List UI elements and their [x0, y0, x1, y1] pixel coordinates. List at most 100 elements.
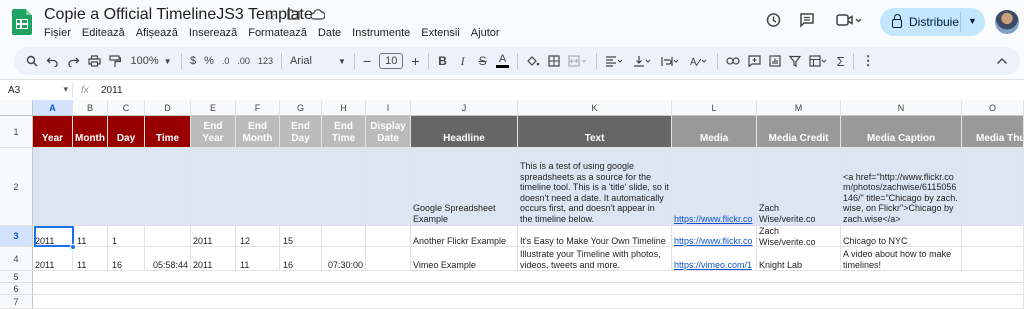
increase-decimals-button[interactable]: .00: [233, 50, 254, 72]
table-cell-end-year[interactable]: 2011: [191, 226, 236, 247]
merge-cells-icon[interactable]: [564, 50, 592, 72]
table-cell-display-date[interactable]: [366, 247, 411, 271]
header-cell-media-thumbnail[interactable]: Media Thumbna: [962, 116, 1024, 148]
menu-extensions[interactable]: Extensii: [421, 27, 460, 39]
vertical-align-icon[interactable]: [629, 50, 657, 72]
column-header-i[interactable]: I: [366, 100, 411, 116]
header-cell-day[interactable]: Day: [108, 116, 145, 148]
column-header-b[interactable]: B: [73, 100, 108, 116]
increase-font-size-button[interactable]: +: [407, 50, 423, 72]
empty-row[interactable]: [33, 271, 1024, 283]
table-cell-text[interactable]: It's Easy to Make Your Own Timeline: [518, 226, 672, 247]
table-cell-end-day[interactable]: 16: [280, 247, 322, 271]
header-cell-end-time[interactable]: End Time: [322, 116, 366, 148]
decrease-decimals-button[interactable]: .0: [218, 50, 234, 72]
header-cell-month[interactable]: Month: [73, 116, 108, 148]
text-color-button[interactable]: A: [493, 50, 513, 72]
header-cell-media-caption[interactable]: Media Caption: [841, 116, 962, 148]
number-format-button[interactable]: 123: [254, 50, 277, 72]
star-icon[interactable]: ☆: [265, 8, 277, 24]
column-header-g[interactable]: G: [280, 100, 322, 116]
table-cell-end-time[interactable]: 07:30:00: [322, 247, 366, 271]
row-header-5[interactable]: 5: [0, 271, 33, 283]
table-cell-headline[interactable]: Google Spreadsheet Example: [411, 148, 518, 226]
menu-data[interactable]: Date: [318, 27, 341, 39]
title-row-end-date-cells[interactable]: [191, 148, 366, 226]
header-cell-year[interactable]: Year: [33, 116, 73, 148]
redo-icon[interactable]: [63, 50, 84, 72]
menu-help[interactable]: Ajutor: [471, 27, 500, 39]
search-menus-icon[interactable]: [22, 50, 42, 72]
move-folder-icon[interactable]: [287, 8, 300, 24]
table-cell-end-day[interactable]: 15: [280, 226, 322, 247]
functions-icon[interactable]: Σ: [833, 50, 849, 72]
percent-format-button[interactable]: %: [200, 50, 218, 72]
undo-icon[interactable]: [42, 50, 63, 72]
column-header-c[interactable]: C: [108, 100, 145, 116]
header-cell-end-month[interactable]: End Month: [236, 116, 280, 148]
menu-file[interactable]: Fișier: [44, 27, 71, 39]
row-header-4[interactable]: 4: [0, 247, 33, 271]
menu-insert[interactable]: Inserează: [189, 27, 237, 39]
table-cell-media[interactable]: https://www.flickr.co: [672, 148, 757, 226]
filter-icon[interactable]: [785, 50, 805, 72]
title-row-date-cells[interactable]: [33, 148, 191, 226]
table-cell-media-credit[interactable]: Zach Wise/verite.co: [757, 148, 841, 226]
font-family-select[interactable]: Arial ▼: [286, 50, 350, 72]
sheets-logo-icon[interactable]: [12, 9, 32, 35]
table-cell-media-caption[interactable]: A video about how to make timelines!: [841, 247, 962, 271]
meet-video-icon[interactable]: [832, 8, 866, 32]
decrease-font-size-button[interactable]: −: [359, 50, 375, 72]
empty-row[interactable]: [33, 295, 1024, 309]
cloud-status-icon[interactable]: [310, 8, 326, 24]
table-cell-headline[interactable]: Vimeo Example: [411, 247, 518, 271]
select-all-corner[interactable]: [0, 100, 33, 116]
table-cell-day[interactable]: 1: [108, 226, 145, 247]
table-cell-end-month[interactable]: 11: [236, 247, 280, 271]
column-header-n[interactable]: N: [841, 100, 962, 116]
table-cell-text[interactable]: Illustrate your Timeline with photos, vi…: [518, 247, 672, 271]
media-link[interactable]: https://www.flickr.co: [674, 236, 753, 246]
text-rotation-icon[interactable]: A: [685, 50, 713, 72]
formula-input[interactable]: 2011: [101, 85, 123, 96]
version-history-icon[interactable]: [762, 8, 784, 32]
table-cell-year[interactable]: 2011: [33, 247, 73, 271]
comments-icon[interactable]: [796, 8, 818, 32]
header-cell-media[interactable]: Media: [672, 116, 757, 148]
table-cell-day[interactable]: 16: [108, 247, 145, 271]
header-cell-time[interactable]: Time: [145, 116, 191, 148]
column-header-h[interactable]: H: [322, 100, 366, 116]
table-cell-media[interactable]: https://vimeo.com/1: [672, 247, 757, 271]
table-cell-media-thumbnail[interactable]: [962, 148, 1024, 226]
menu-view[interactable]: Afișează: [136, 27, 178, 39]
paint-format-icon[interactable]: [105, 50, 125, 72]
column-header-d[interactable]: D: [145, 100, 191, 116]
insert-chart-icon[interactable]: [765, 50, 785, 72]
column-header-m[interactable]: M: [757, 100, 841, 116]
share-dropdown-icon[interactable]: ▼: [968, 16, 977, 26]
table-cell-media-thumbnail[interactable]: [962, 247, 1024, 271]
empty-row[interactable]: [33, 283, 1024, 295]
more-options-icon[interactable]: ⋮: [858, 50, 879, 72]
table-cell-end-month[interactable]: 12: [236, 226, 280, 247]
table-cell-media[interactable]: https://www.flickr.co: [672, 226, 757, 247]
collapse-menus-icon[interactable]: [992, 50, 1012, 72]
title-row-display-date[interactable]: [366, 148, 411, 226]
fill-color-icon[interactable]: [522, 50, 544, 72]
borders-icon[interactable]: [544, 50, 564, 72]
print-icon[interactable]: [84, 50, 105, 72]
column-header-j[interactable]: J: [411, 100, 518, 116]
table-cell-media-credit[interactable]: Zach Wise/verite.co: [757, 226, 841, 247]
column-header-l[interactable]: L: [672, 100, 757, 116]
column-header-e[interactable]: E: [191, 100, 236, 116]
row-header-6[interactable]: 6: [0, 283, 33, 295]
row-header-3[interactable]: 3: [0, 226, 33, 247]
fill-handle[interactable]: [70, 244, 76, 250]
table-cell-media-credit[interactable]: Knight Lab: [757, 247, 841, 271]
menu-tools[interactable]: Instrumente: [352, 27, 410, 39]
header-cell-end-year[interactable]: End Year: [191, 116, 236, 148]
header-cell-media-credit[interactable]: Media Credit: [757, 116, 841, 148]
table-cell-time[interactable]: [145, 226, 191, 247]
table-cell-time[interactable]: 05:58:44: [145, 247, 191, 271]
table-cell-media-caption[interactable]: Chicago to NYC: [841, 226, 962, 247]
